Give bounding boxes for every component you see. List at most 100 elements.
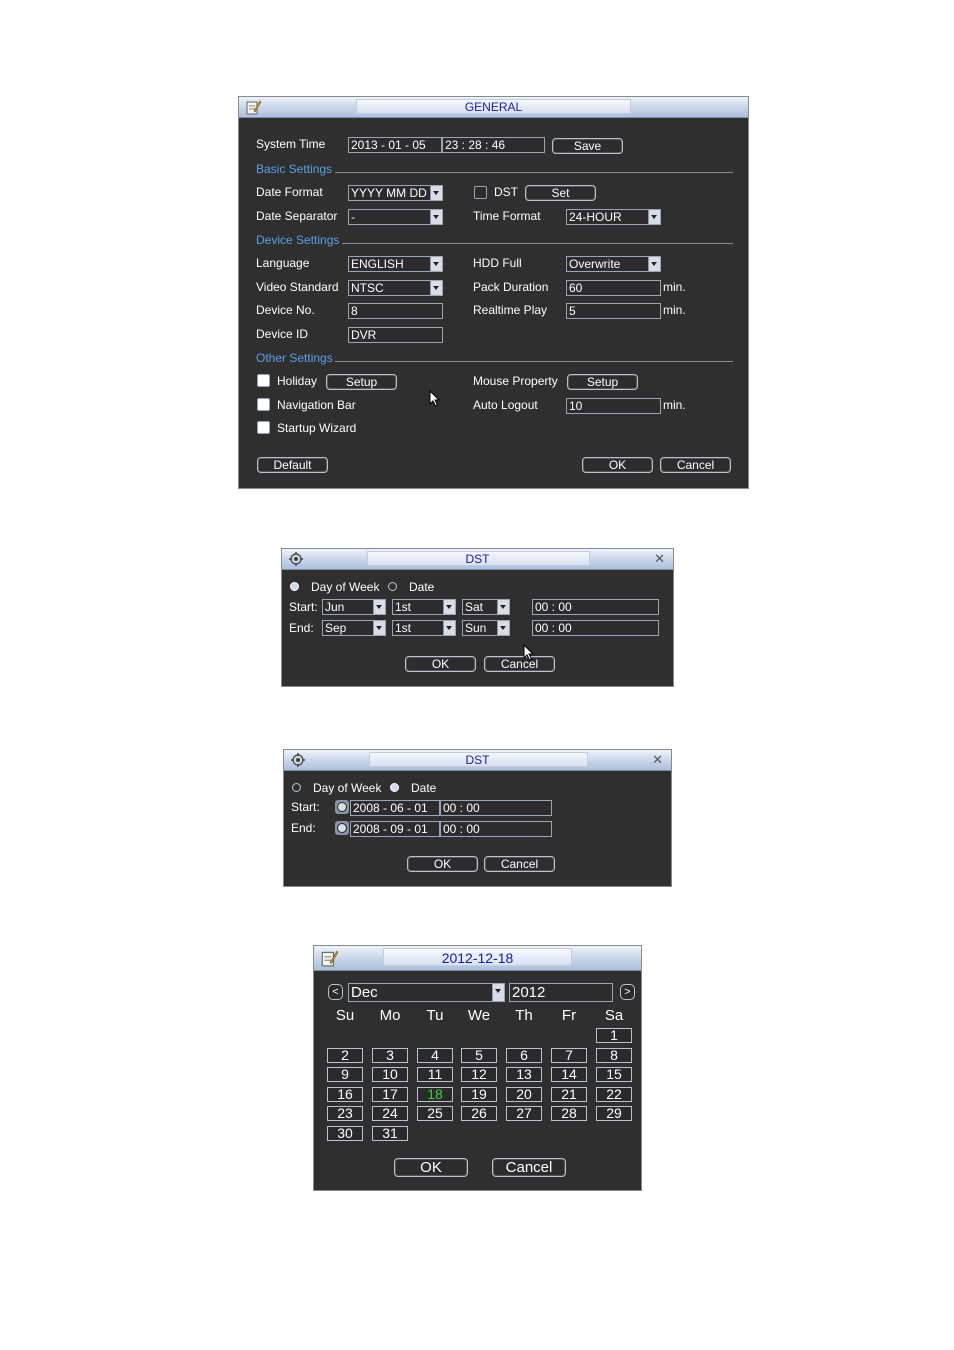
dst-checkbox[interactable] xyxy=(474,186,487,199)
calendar-day-today[interactable]: 18 xyxy=(417,1087,453,1102)
calendar-day[interactable]: 20 xyxy=(506,1087,542,1102)
close-icon[interactable]: ✕ xyxy=(654,551,665,567)
hdd-full-value: Overwrite xyxy=(569,257,621,271)
calendar-day[interactable]: 16 xyxy=(327,1087,363,1102)
start-week-select[interactable]: 1st xyxy=(392,599,456,615)
end-week-select[interactable]: 1st xyxy=(392,620,456,636)
calendar-day[interactable]: 19 xyxy=(461,1087,497,1102)
chevron-down-icon xyxy=(497,621,509,635)
calendar-day[interactable]: 27 xyxy=(506,1106,542,1121)
year-input[interactable]: 2012 xyxy=(509,983,613,1002)
calendar-day[interactable]: 30 xyxy=(327,1126,363,1141)
calendar-day[interactable]: 5 xyxy=(461,1048,497,1063)
start-month-select[interactable]: Jun xyxy=(322,599,386,615)
calendar-day[interactable]: 10 xyxy=(372,1067,408,1082)
calendar-day[interactable]: 24 xyxy=(372,1106,408,1121)
default-button[interactable]: Default xyxy=(257,457,328,473)
date-separator-label: Date Separator xyxy=(256,209,338,223)
save-button[interactable]: Save xyxy=(552,138,623,154)
calendar-day[interactable]: 9 xyxy=(327,1067,363,1082)
calendar-day[interactable]: 2 xyxy=(327,1048,363,1063)
calendar-day[interactable]: 26 xyxy=(461,1106,497,1121)
calendar-day[interactable]: 22 xyxy=(596,1087,632,1102)
auto-logout-input[interactable]: 10 xyxy=(566,398,661,414)
calendar-day[interactable]: 17 xyxy=(372,1087,408,1102)
system-time-field[interactable]: 23 : 28 : 46 xyxy=(442,137,545,153)
prev-month-button[interactable]: < xyxy=(328,984,343,1000)
calendar-day[interactable]: 7 xyxy=(551,1048,587,1063)
calendar-day[interactable]: 31 xyxy=(372,1126,408,1141)
calendar-day[interactable]: 6 xyxy=(506,1048,542,1063)
device-no-input[interactable]: 8 xyxy=(348,303,443,319)
start-day-select[interactable]: Sat xyxy=(462,599,510,615)
start-time-input[interactable]: 00 : 00 xyxy=(532,599,659,615)
pack-duration-label: Pack Duration xyxy=(473,280,549,294)
chevron-down-icon xyxy=(492,984,504,1001)
startup-wizard-checkbox[interactable] xyxy=(257,421,270,434)
cancel-button[interactable]: Cancel xyxy=(492,1158,566,1177)
date-separator-select[interactable]: - xyxy=(348,209,443,225)
system-date-field[interactable]: 2013 - 01 - 05 xyxy=(348,137,442,153)
time-format-select[interactable]: 24-HOUR xyxy=(566,209,661,225)
device-settings-heading: Device Settings xyxy=(256,233,340,247)
date-mode-label: Date xyxy=(409,580,435,594)
close-icon[interactable]: ✕ xyxy=(652,752,663,768)
date-format-select[interactable]: YYYY MM DD xyxy=(348,185,443,201)
calendar-day[interactable]: 1 xyxy=(596,1028,632,1043)
end-month-select[interactable]: Sep xyxy=(322,620,386,636)
month-select[interactable]: Dec xyxy=(348,983,505,1002)
end-time-input[interactable]: 00 : 00 xyxy=(440,821,552,837)
dst-date-titlebar[interactable]: DST ✕ xyxy=(284,750,671,771)
ok-button[interactable]: OK xyxy=(582,457,653,473)
dst-set-button[interactable]: Set xyxy=(525,185,596,201)
calendar-day[interactable]: 8 xyxy=(596,1048,632,1063)
calendar-day[interactable]: 4 xyxy=(417,1048,453,1063)
calendar-day[interactable]: 13 xyxy=(506,1067,542,1082)
cancel-button[interactable]: Cancel xyxy=(484,856,555,872)
calendar-day[interactable]: 3 xyxy=(372,1048,408,1063)
calendar-titlebar[interactable]: 2012-12-18 xyxy=(314,946,641,971)
clock-icon[interactable] xyxy=(335,800,349,814)
calendar-day[interactable]: 12 xyxy=(461,1067,497,1082)
realtime-play-input[interactable]: 5 xyxy=(566,303,661,319)
end-time-input[interactable]: 00 : 00 xyxy=(532,620,659,636)
mouse-pointer-icon xyxy=(429,390,441,407)
start-time-input[interactable]: 00 : 00 xyxy=(440,800,552,816)
mouse-property-setup-button[interactable]: Setup xyxy=(567,374,638,390)
start-date-input[interactable]: 2008 - 06 - 01 xyxy=(350,800,440,816)
date-radio[interactable] xyxy=(390,783,399,792)
navigation-bar-checkbox[interactable] xyxy=(257,398,270,411)
date-radio[interactable] xyxy=(388,582,397,591)
calendar-day[interactable]: 21 xyxy=(551,1087,587,1102)
weekday-th: Th xyxy=(515,1007,533,1024)
calendar-day[interactable]: 15 xyxy=(596,1067,632,1082)
cancel-button[interactable]: Cancel xyxy=(660,457,731,473)
ok-button[interactable]: OK xyxy=(394,1158,468,1177)
calendar-day[interactable]: 25 xyxy=(417,1106,453,1121)
weekday-mo: Mo xyxy=(379,1007,401,1024)
day-of-week-radio[interactable] xyxy=(290,582,299,591)
next-month-button[interactable]: > xyxy=(620,984,635,1000)
holiday-checkbox[interactable] xyxy=(257,374,270,387)
ok-button[interactable]: OK xyxy=(405,656,476,672)
ok-button[interactable]: OK xyxy=(407,856,478,872)
clock-icon[interactable] xyxy=(335,821,349,835)
general-titlebar[interactable]: GENERAL xyxy=(239,97,748,118)
language-select[interactable]: ENGLISH xyxy=(348,256,443,272)
hdd-full-select[interactable]: Overwrite xyxy=(566,256,661,272)
end-day-select[interactable]: Sun xyxy=(462,620,510,636)
pack-duration-input[interactable]: 60 xyxy=(566,280,661,296)
day-of-week-radio[interactable] xyxy=(292,783,301,792)
dst-week-titlebar[interactable]: DST ✕ xyxy=(282,549,673,570)
calendar-day[interactable]: 11 xyxy=(417,1067,453,1082)
end-date-input[interactable]: 2008 - 09 - 01 xyxy=(350,821,440,837)
device-id-input[interactable]: DVR xyxy=(348,327,443,343)
holiday-setup-button[interactable]: Setup xyxy=(326,374,397,390)
chevron-down-icon xyxy=(430,186,442,200)
cancel-button[interactable]: Cancel xyxy=(484,656,555,672)
calendar-day[interactable]: 29 xyxy=(596,1106,632,1121)
calendar-day[interactable]: 23 xyxy=(327,1106,363,1121)
calendar-day[interactable]: 28 xyxy=(551,1106,587,1121)
calendar-day[interactable]: 14 xyxy=(551,1067,587,1082)
video-standard-select[interactable]: NTSC xyxy=(348,280,443,296)
